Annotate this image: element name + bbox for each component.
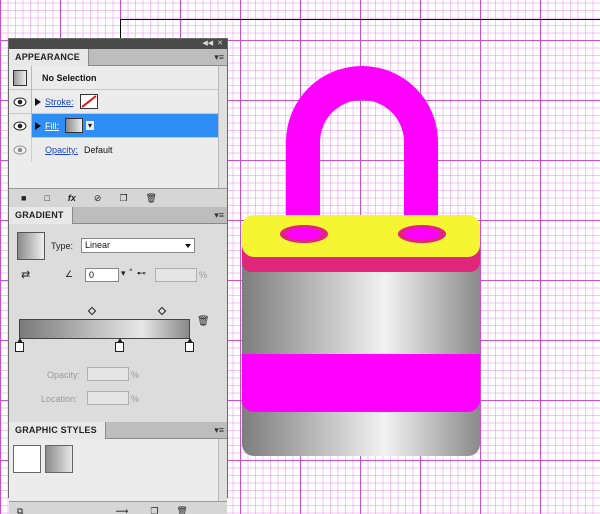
gradient-type-value: Linear — [85, 240, 111, 250]
gradient-tab[interactable]: GRADIENT — [9, 207, 73, 224]
selection-label: No Selection — [42, 72, 97, 83]
trash-icon[interactable]: 🗑 — [176, 506, 187, 514]
close-panel-icon[interactable]: ✕ — [217, 39, 223, 49]
angle-unit: ° — [129, 267, 133, 277]
appearance-toolbar: ■ □ fx ⊘ ❐ 🗑 — [9, 188, 227, 207]
collapse-icon[interactable]: ◀◀ — [202, 39, 213, 49]
chevron-down-icon — [185, 244, 191, 248]
gradient-panel-body: Type: Linear ⇄ ∠ 0 ▾ ° ⊷ % 🗑 Opacity: % … — [9, 224, 227, 422]
new-style-icon[interactable]: ❐ — [150, 506, 158, 514]
graphic-styles-toolbar: ⧉ ⟿ ❐ 🗑 — [9, 501, 227, 514]
appearance-row-stroke[interactable]: Stroke: — [9, 89, 227, 114]
shackle[interactable] — [286, 66, 438, 234]
fill-dropdown-icon[interactable]: ▾ — [86, 121, 95, 130]
fill-gradient-swatch[interactable] — [65, 118, 83, 133]
shackle-hole-left-inner — [286, 228, 322, 240]
appearance-selection-row: No Selection — [9, 65, 227, 90]
gradient-stop-middle[interactable] — [115, 338, 124, 352]
graphic-style-default[interactable] — [13, 445, 41, 473]
midpoint-handle-right[interactable] — [157, 306, 167, 316]
aspect-unit: % — [199, 270, 208, 280]
graphic-styles-body — [9, 439, 227, 501]
add-new-fill-icon[interactable]: □ — [44, 193, 49, 203]
stop-location-input[interactable] — [87, 391, 129, 405]
appearance-row-opacity[interactable]: Opacity: Default — [9, 138, 227, 162]
padlock-artwork[interactable] — [238, 52, 488, 462]
gradient-panel-header: GRADIENT ▾≡ — [9, 207, 227, 224]
panel-menu-icon[interactable]: ▾≡ — [214, 425, 224, 435]
disclosure-triangle-icon[interactable] — [35, 121, 41, 130]
gradient-stop-left[interactable] — [15, 338, 24, 352]
break-link-icon[interactable]: ⟿ — [115, 506, 128, 514]
appearance-row-fill[interactable]: Fill: ▾ — [9, 113, 227, 138]
appearance-panel-body: No Selection Stroke: Fill: ▾ Opacity: De… — [9, 65, 227, 188]
fill-label[interactable]: Fill: — [45, 121, 59, 131]
dock-header[interactable]: ◀◀ ✕ — [9, 39, 227, 49]
aspect-ratio-input[interactable] — [155, 268, 197, 282]
eye-icon[interactable] — [9, 113, 32, 138]
opacity-value: Default — [84, 145, 113, 155]
angle-icon: ∠ — [65, 269, 74, 279]
panel-dock: ◀◀ ✕ APPEARANCE ▾≡ No Selection Stroke: — [8, 38, 228, 514]
add-new-stroke-icon[interactable]: ■ — [21, 193, 26, 203]
style-libraries-icon[interactable]: ⧉ — [17, 506, 23, 514]
gradient-stop-right[interactable] — [185, 338, 194, 352]
appearance-tab[interactable]: APPEARANCE — [9, 49, 90, 66]
gradient-slider-ramp[interactable] — [19, 319, 190, 339]
opacity-label[interactable]: Opacity: — [45, 145, 78, 155]
appearance-panel-header: APPEARANCE ▾≡ — [9, 49, 227, 66]
trash-icon[interactable]: 🗑 — [146, 193, 157, 204]
stroke-none-swatch[interactable] — [79, 94, 98, 109]
reverse-gradient-icon[interactable]: ⇄ — [21, 268, 30, 281]
disclosure-triangle-icon[interactable] — [35, 97, 41, 106]
lock-body-upper[interactable] — [242, 262, 480, 354]
stop-opacity-input[interactable] — [87, 367, 129, 381]
shackle-hole-right-inner — [404, 228, 440, 240]
duplicate-item-icon[interactable]: ❐ — [119, 193, 127, 204]
aspect-ratio-icon: ⊷ — [137, 268, 146, 278]
artboard-top-edge — [120, 19, 600, 20]
type-label: Type: — [51, 241, 74, 251]
gradient-type-select[interactable]: Linear — [81, 238, 195, 253]
graphic-styles-panel-header: GRAPHIC STYLES ▾≡ — [9, 422, 227, 439]
graphic-style-gradient[interactable] — [45, 445, 73, 473]
gradient-preview-thumbnail[interactable] — [17, 232, 45, 260]
graphic-styles-tab[interactable]: GRAPHIC STYLES — [9, 422, 106, 439]
stop-opacity-unit: % — [131, 370, 140, 380]
appearance-scrollbar[interactable] — [218, 66, 227, 188]
midpoint-handle-left[interactable] — [87, 306, 97, 316]
angle-stepper-icon[interactable]: ▾ — [121, 268, 126, 279]
panel-menu-icon[interactable]: ▾≡ — [214, 52, 224, 62]
eye-icon[interactable] — [9, 89, 32, 114]
panel-menu-icon[interactable]: ▾≡ — [214, 210, 224, 220]
graphic-styles-scrollbar[interactable] — [218, 439, 227, 501]
delete-stop-icon[interactable]: 🗑 — [197, 316, 210, 327]
eye-icon[interactable] — [9, 138, 32, 162]
stop-location-unit: % — [131, 394, 140, 404]
stop-opacity-label: Opacity: — [47, 370, 81, 380]
stop-location-label: Location: — [41, 394, 78, 404]
angle-input[interactable]: 0 — [85, 268, 119, 282]
add-effect-icon[interactable]: fx — [68, 193, 76, 203]
clear-appearance-icon[interactable]: ⊘ — [94, 193, 102, 204]
selection-thumbnail — [9, 65, 32, 90]
stroke-label[interactable]: Stroke: — [45, 97, 74, 107]
